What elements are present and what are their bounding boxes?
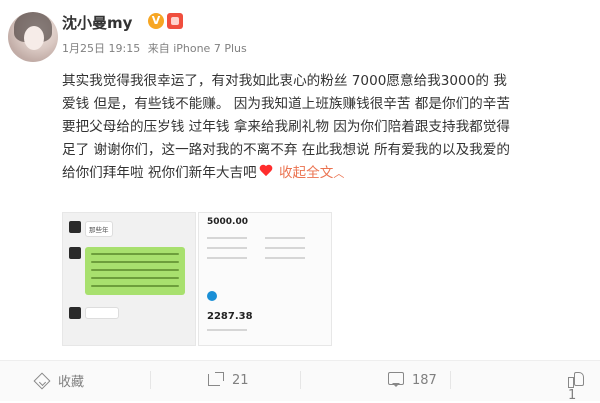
post-meta: 1月25日 19:15 来自 iPhone 7 Plus xyxy=(62,40,251,56)
collapse-label: 收起全文 xyxy=(278,165,334,181)
avatar-face xyxy=(24,26,44,50)
chat-green-bubble xyxy=(85,247,185,295)
share-icon xyxy=(208,371,224,387)
user-nickname[interactable]: 沈小曼my xyxy=(62,12,132,33)
avatar[interactable] xyxy=(8,12,58,62)
verified-badge-icon: V xyxy=(148,13,164,29)
comment-button[interactable]: 187 xyxy=(388,371,437,388)
member-icon[interactable] xyxy=(167,13,183,29)
divider xyxy=(150,371,151,389)
chat-avatar-icon-2 xyxy=(69,247,81,259)
post-image-chat[interactable]: 那些年 xyxy=(62,212,196,346)
divider xyxy=(300,371,301,389)
favorite-label: 收藏 xyxy=(58,375,85,390)
verified-badge-text: V xyxy=(151,14,161,27)
divider xyxy=(450,371,451,389)
transfer-title: 5000.00 xyxy=(207,217,248,227)
thumbs-up-icon xyxy=(568,371,584,388)
action-bar: 收藏 21 187 1 xyxy=(0,360,600,403)
transfer-amount: 2287.38 xyxy=(207,311,253,322)
favorite-icon xyxy=(34,373,50,389)
post-time[interactable]: 1月25日 19:15 xyxy=(62,42,140,55)
comment-icon xyxy=(388,371,404,387)
chat-bubble-small xyxy=(85,307,119,319)
transfer-details-right xyxy=(265,237,305,267)
post-line-5-text: 给你们拜年啦 祝你们新年大吉吧 xyxy=(62,165,257,181)
heart-icon xyxy=(259,165,273,178)
post-line-5: 给你们拜年啦 祝你们新年大吉吧 收起全文︿ xyxy=(62,162,600,185)
post-text: 其实我觉得我很幸运了，有对我如此衷心的粉丝 7000愿意给我3000的 我 爱钱… xyxy=(62,70,600,185)
post-line-4: 足了 谢谢你们，这一路对我的不离不弃 在此我想说 所有爱我的以及我爱的 xyxy=(62,142,510,158)
like-button[interactable]: 1 xyxy=(568,371,600,403)
share-count: 21 xyxy=(232,373,249,388)
comment-count: 187 xyxy=(412,373,437,388)
share-button[interactable]: 21 xyxy=(208,371,249,388)
chevron-up-icon: ︿ xyxy=(333,167,345,180)
post-line-1: 其实我觉得我很幸运了，有对我如此衷心的粉丝 7000愿意给我3000的 我 xyxy=(62,73,507,89)
transfer-details xyxy=(207,237,247,267)
favorite-button[interactable]: 收藏 xyxy=(34,371,84,390)
chat-avatar-icon-3 xyxy=(69,307,81,319)
chat-avatar-icon xyxy=(69,221,81,233)
transfer-details-2 xyxy=(207,329,247,339)
like-count: 1 xyxy=(568,388,577,403)
post-line-2: 爱钱 但是，有些钱不能赚。 因为我知道上班族赚钱很辛苦 都是你们的辛苦 xyxy=(62,96,510,112)
post-source: 来自 iPhone 7 Plus xyxy=(147,42,247,55)
bank-icon xyxy=(207,291,217,301)
collapse-link[interactable]: 收起全文︿ xyxy=(279,165,344,181)
post-line-3: 要把父母给的压岁钱 过年钱 拿来给我刷礼物 因为你们陪着跟支持我都觉得 xyxy=(62,119,510,135)
chat-name: 那些年 xyxy=(85,221,113,237)
post-image-transfer[interactable]: 5000.00 2287.38 xyxy=(198,212,332,346)
